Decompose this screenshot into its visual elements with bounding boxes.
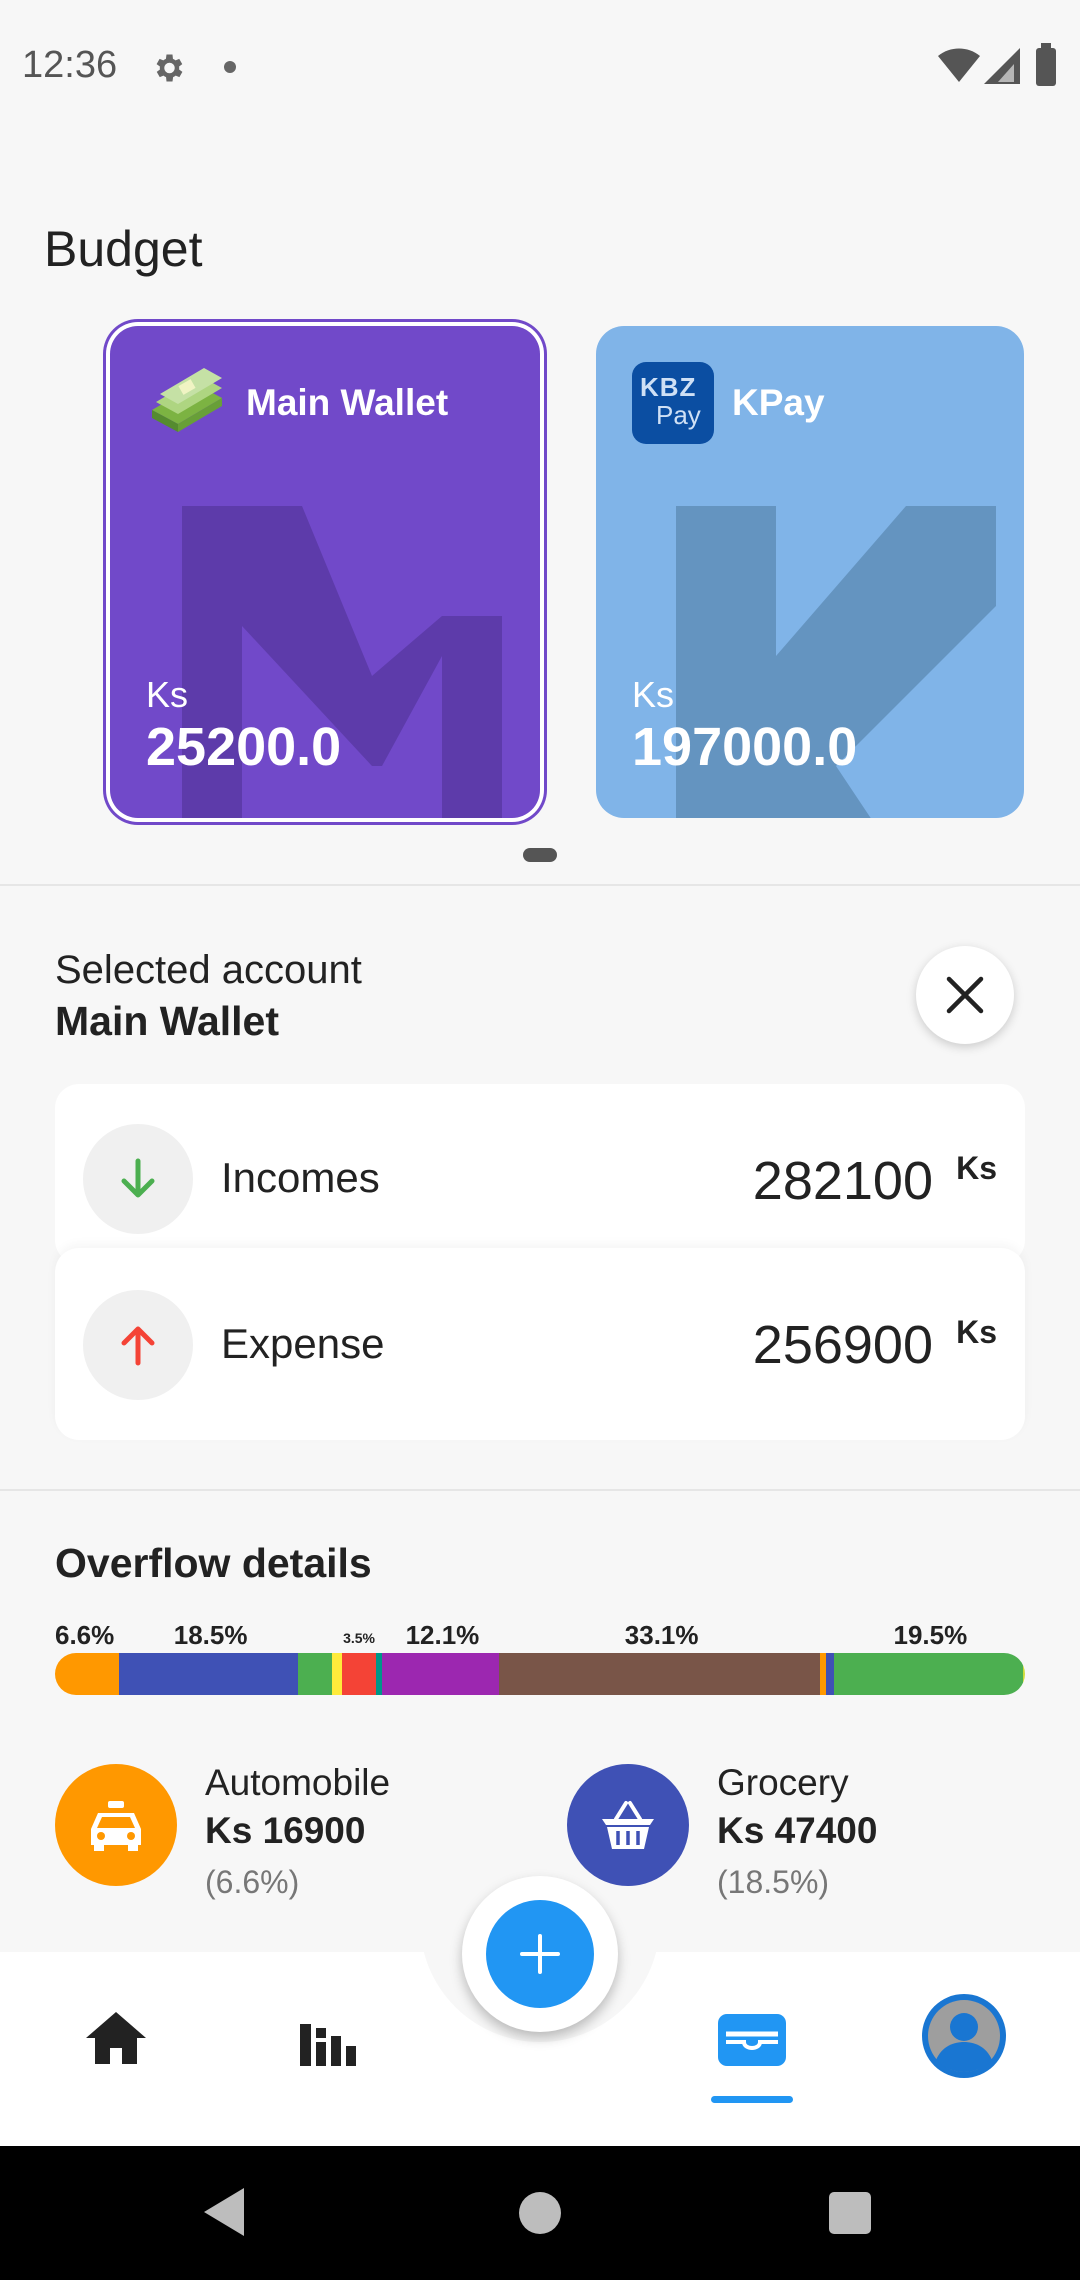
system-navigation-bar [0, 2146, 1080, 2280]
bar-percent-label: 33.1% [624, 1620, 699, 1650]
selected-account-label: Selected account [55, 948, 362, 992]
divider [0, 1489, 1080, 1491]
bar-segment [381, 1653, 500, 1695]
category-icon-circle [567, 1764, 689, 1886]
nav-wallets[interactable] [712, 2000, 792, 2080]
add-icon [520, 1934, 560, 1974]
selected-account-name: Main Wallet [55, 998, 279, 1044]
taxi-icon [91, 1801, 141, 1851]
category-stacked-bar [55, 1653, 1025, 1695]
overflow-details-title: Overflow details [55, 1540, 372, 1586]
income-label: Incomes [221, 1154, 380, 1201]
clear-selection-button[interactable] [916, 946, 1014, 1044]
bar-segment [826, 1653, 834, 1695]
category-icon-circle [55, 1764, 177, 1886]
expense-unit: Ks [956, 1314, 997, 1350]
bar-percent-label: 19.5% [893, 1620, 968, 1650]
bar-segment [342, 1653, 377, 1695]
income-summary-card[interactable]: Incomes 282100 Ks [55, 1084, 1025, 1264]
bar-percent-label: 12.1% [405, 1620, 480, 1650]
bar-segment [332, 1653, 343, 1695]
bar-segment [1022, 1653, 1025, 1695]
bar-segment [119, 1653, 299, 1695]
wallet-card-main-wallet[interactable]: Main Wallet Ks 25200.0 [110, 326, 540, 818]
expense-icon-circle [83, 1290, 193, 1400]
category-percent-labels: 6.6% 18.5% 3.5% 12.1% 33.1% 19.5% [55, 1620, 1025, 1650]
wifi-icon [938, 48, 980, 82]
kbz-pay-logo-bottom: Pay [656, 400, 701, 430]
arrow-up-icon [121, 1326, 155, 1366]
category-amount: Ks 47400 [717, 1810, 878, 1851]
expense-amount: 256900 [752, 1315, 933, 1375]
status-bar: 12:36 [0, 0, 1080, 136]
active-tab-indicator [711, 2096, 793, 2103]
basket-icon [602, 1801, 654, 1849]
stats-icon [300, 2024, 356, 2066]
close-icon [946, 976, 984, 1014]
status-time: 12:36 [22, 44, 118, 86]
add-transaction-button[interactable] [486, 1900, 594, 2008]
arrow-down-icon [121, 1158, 155, 1198]
signal-icon [984, 48, 1020, 84]
income-icon-circle [83, 1124, 193, 1234]
bar-percent-label: 6.6% [55, 1620, 115, 1650]
wallet-balance: 197000.0 [632, 717, 858, 777]
bar-percent-label: 18.5% [173, 1620, 248, 1650]
wallet-currency: Ks [146, 674, 189, 715]
nav-home[interactable] [76, 2000, 156, 2080]
wallet-balance: 25200.0 [146, 717, 342, 777]
nav-profile[interactable] [922, 1994, 1006, 2078]
wallet-currency: Ks [632, 674, 675, 715]
notification-dot-icon [224, 61, 236, 73]
carousel-indicator [523, 848, 557, 862]
category-amount: Ks 16900 [205, 1810, 366, 1851]
battery-icon [1036, 43, 1056, 86]
bar-segment [499, 1653, 821, 1695]
income-unit: Ks [956, 1150, 997, 1186]
wallet-icon [718, 2014, 786, 2066]
nav-stats[interactable] [288, 2000, 368, 2080]
back-icon[interactable] [204, 2188, 244, 2236]
kbz-pay-logo-top: KBZ [640, 372, 697, 402]
bar-segment [833, 1653, 1023, 1695]
expense-label: Expense [221, 1320, 385, 1367]
kbz-pay-logo-icon: KBZ Pay [632, 362, 714, 444]
home-button-icon[interactable] [519, 2192, 561, 2234]
settings-gear-icon [156, 54, 183, 82]
page-title: Budget [44, 221, 203, 277]
category-name: Automobile [205, 1762, 391, 1803]
money-stack-icon [152, 368, 222, 432]
wallet-name: KPay [732, 382, 825, 423]
home-icon [86, 2012, 146, 2064]
category-name: Grocery [717, 1762, 849, 1803]
bar-segment [55, 1653, 120, 1695]
bar-percent-label: 3.5% [343, 1630, 376, 1646]
divider [0, 884, 1080, 886]
profile-icon [928, 2000, 1000, 2072]
category-percent: (18.5%) [717, 1864, 830, 1900]
category-percent: (6.6%) [205, 1864, 300, 1900]
wallet-card-kpay[interactable]: KBZ Pay KPay Ks 197000.0 [596, 326, 1024, 818]
bar-segment [298, 1653, 333, 1695]
expense-summary-card[interactable]: Expense 256900 Ks [55, 1248, 1025, 1440]
income-amount: 282100 [752, 1151, 933, 1211]
recents-button-icon[interactable] [829, 2192, 871, 2234]
wallet-name: Main Wallet [246, 382, 449, 423]
